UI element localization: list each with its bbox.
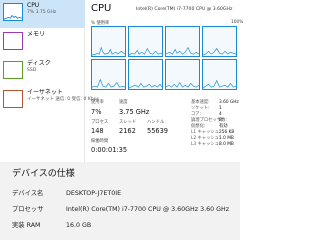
processor-label: プロセッサ [12, 206, 44, 213]
graph-max-label: 100% [231, 20, 244, 25]
installed-ram-label: 実装 RAM [12, 222, 41, 229]
usage-value: 7% [91, 108, 102, 116]
l3-cache-value: 8.0 MB [219, 142, 234, 147]
l2-cache-label: L2 キャッシュ: [191, 136, 221, 141]
virtualization-label: 仮想化: [191, 124, 206, 129]
l3-cache-label: L3 キャッシュ: [191, 142, 221, 147]
uptime-label: 稼働時間 [91, 139, 109, 144]
speed-label: 速度 [119, 100, 128, 105]
logical-processor-graphs [91, 26, 237, 90]
virtualization-value: 有効 [219, 124, 228, 129]
disk-graph-thumbnail-icon [3, 61, 23, 79]
sidebar-item-disk[interactable]: ディスク SSD [0, 58, 85, 86]
sockets-label: ソケット: [191, 106, 210, 111]
logical-processor-graph [202, 26, 237, 57]
handles-label: ハンドル [147, 120, 165, 125]
l1-cache-label: L1 キャッシュ: [191, 130, 221, 135]
threads-value: 2162 [119, 127, 136, 135]
threads-label: スレッド [119, 120, 137, 125]
device-specifications-panel: デバイスの仕様 デバイス名 DESKTOP-J7ET0IE プロセッサ Inte… [0, 162, 240, 240]
sockets-value: 1 [219, 106, 222, 111]
task-manager-performance-panel: CPU 7% 3.75 GHz メモリ ディスク SSD イーサネット イーサネ… [0, 0, 244, 162]
sidebar-item-label: メモリ [27, 31, 46, 38]
cpu-detail-pane: CPU Intel(R) Core(TM) i7-7700 CPU @ 3.60… [91, 0, 244, 162]
sidebar-item-label: ディスク [27, 60, 51, 67]
ethernet-graph-thumbnail-icon [3, 90, 23, 108]
sidebar-item-label: イーサネット [27, 89, 63, 96]
cores-value: 4 [219, 112, 222, 117]
l2-cache-value: 1.0 MB [219, 136, 234, 141]
device-name-label: デバイス名 [12, 190, 44, 197]
device-specs-title: デバイスの仕様 [12, 169, 75, 179]
processes-label: プロセス [91, 120, 109, 125]
logical-processor-graph [128, 26, 163, 57]
logical-processor-graph [202, 59, 237, 90]
processes-value: 148 [91, 127, 104, 135]
sidebar-item-sublabel: SSD [27, 68, 37, 73]
device-name-value[interactable]: DESKTOP-J7ET0IE [66, 190, 121, 198]
usage-label: 使用率 [91, 100, 104, 105]
sidebar-item-sublabel: 7% 3.75 GHz [27, 10, 57, 15]
uptime-value: 0:00:01:35 [91, 146, 128, 154]
handles-value: 55639 [147, 127, 168, 135]
installed-ram-value[interactable]: 16.0 GB [66, 222, 91, 230]
logical-processor-graph [128, 59, 163, 90]
cores-label: コア: [191, 112, 202, 117]
sidebar-item-ethernet[interactable]: イーサネット イーサネット 送信: 0 受信: 0 Kbps [0, 87, 99, 115]
sidebar-item-sublabel: イーサネット 送信: 0 受信: 0 Kbps [27, 97, 99, 102]
logical-processor-graph [165, 26, 200, 57]
sidebar-item-label: CPU [27, 2, 40, 9]
sidebar-item-memory[interactable]: メモリ [0, 29, 85, 57]
page-title: CPU [91, 3, 112, 14]
cpu-graph-thumbnail-icon [3, 3, 23, 21]
logical-processor-graph [91, 59, 126, 90]
speed-value: 3.75 GHz [119, 108, 150, 116]
logical-processors-value: 8 [219, 118, 222, 123]
logical-processor-graph [165, 59, 200, 90]
memory-graph-thumbnail-icon [3, 32, 23, 50]
processor-value[interactable]: Intel(R) Core(TM) i7-7700 CPU @ 3.60GHz … [66, 206, 229, 214]
cpu-model-name: Intel(R) Core(TM) i7-7700 CPU @ 3.60GHz [136, 7, 233, 12]
logical-processor-graph [91, 26, 126, 57]
base-speed-label: 基本速度: [191, 100, 210, 105]
base-speed-value: 3.60 GHz [219, 100, 239, 105]
l1-cache-value: 256 KB [219, 130, 235, 135]
sidebar-item-cpu[interactable]: CPU 7% 3.75 GHz [0, 0, 85, 28]
performance-sidebar: CPU 7% 3.75 GHz メモリ ディスク SSD イーサネット イーサネ… [0, 0, 99, 162]
